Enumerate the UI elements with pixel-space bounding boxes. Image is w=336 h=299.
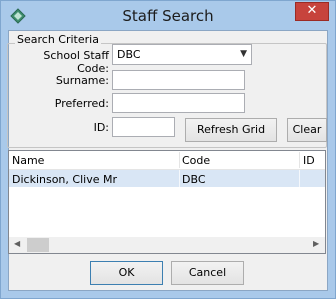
- row-name-cell: Dickinson, Clive Mr: [12, 173, 117, 186]
- staff-code-value: DBC: [117, 48, 141, 61]
- grid-header: Name Code ID: [9, 151, 325, 170]
- cell-divider: [179, 170, 180, 187]
- window-title: Staff Search: [122, 7, 214, 25]
- id-label: ID:: [93, 121, 109, 134]
- column-header-name[interactable]: Name: [12, 154, 44, 167]
- results-grid[interactable]: Name Code ID Dickinson, Clive Mr DBC ◀ ▶: [8, 150, 326, 254]
- group-legend: Search Criteria: [15, 33, 101, 46]
- cell-divider: [299, 170, 300, 187]
- surname-label: Surname:: [55, 74, 109, 87]
- row-code-cell: DBC: [182, 173, 206, 186]
- preferred-label: Preferred:: [54, 97, 109, 110]
- column-divider[interactable]: [179, 152, 180, 168]
- surname-input[interactable]: [112, 70, 245, 90]
- scroll-left-icon[interactable]: ◀: [14, 239, 20, 248]
- column-header-code[interactable]: Code: [182, 154, 210, 167]
- title-bar[interactable]: Staff Search ✕: [1, 1, 335, 30]
- refresh-grid-button[interactable]: Refresh Grid: [185, 118, 277, 142]
- id-input[interactable]: [112, 117, 175, 137]
- table-row[interactable]: Dickinson, Clive Mr DBC: [9, 170, 325, 187]
- staff-code-label: School Staff Code:: [43, 49, 109, 75]
- chevron-down-icon: ▼: [240, 49, 247, 59]
- horizontal-scrollbar[interactable]: ◀ ▶: [9, 237, 325, 253]
- column-divider[interactable]: [299, 152, 300, 168]
- scrollbar-thumb[interactable]: [27, 238, 49, 252]
- column-header-id[interactable]: ID: [303, 154, 315, 167]
- scroll-right-icon[interactable]: ▶: [313, 239, 319, 248]
- cancel-button[interactable]: Cancel: [171, 261, 244, 285]
- clear-button[interactable]: Clear: [287, 118, 327, 142]
- app-diamond-icon: [10, 8, 26, 24]
- staff-code-select[interactable]: DBC ▼: [112, 44, 252, 65]
- close-button[interactable]: ✕: [295, 2, 329, 21]
- close-icon: ✕: [306, 3, 318, 18]
- ok-button[interactable]: OK: [90, 261, 163, 285]
- preferred-input[interactable]: [112, 93, 245, 113]
